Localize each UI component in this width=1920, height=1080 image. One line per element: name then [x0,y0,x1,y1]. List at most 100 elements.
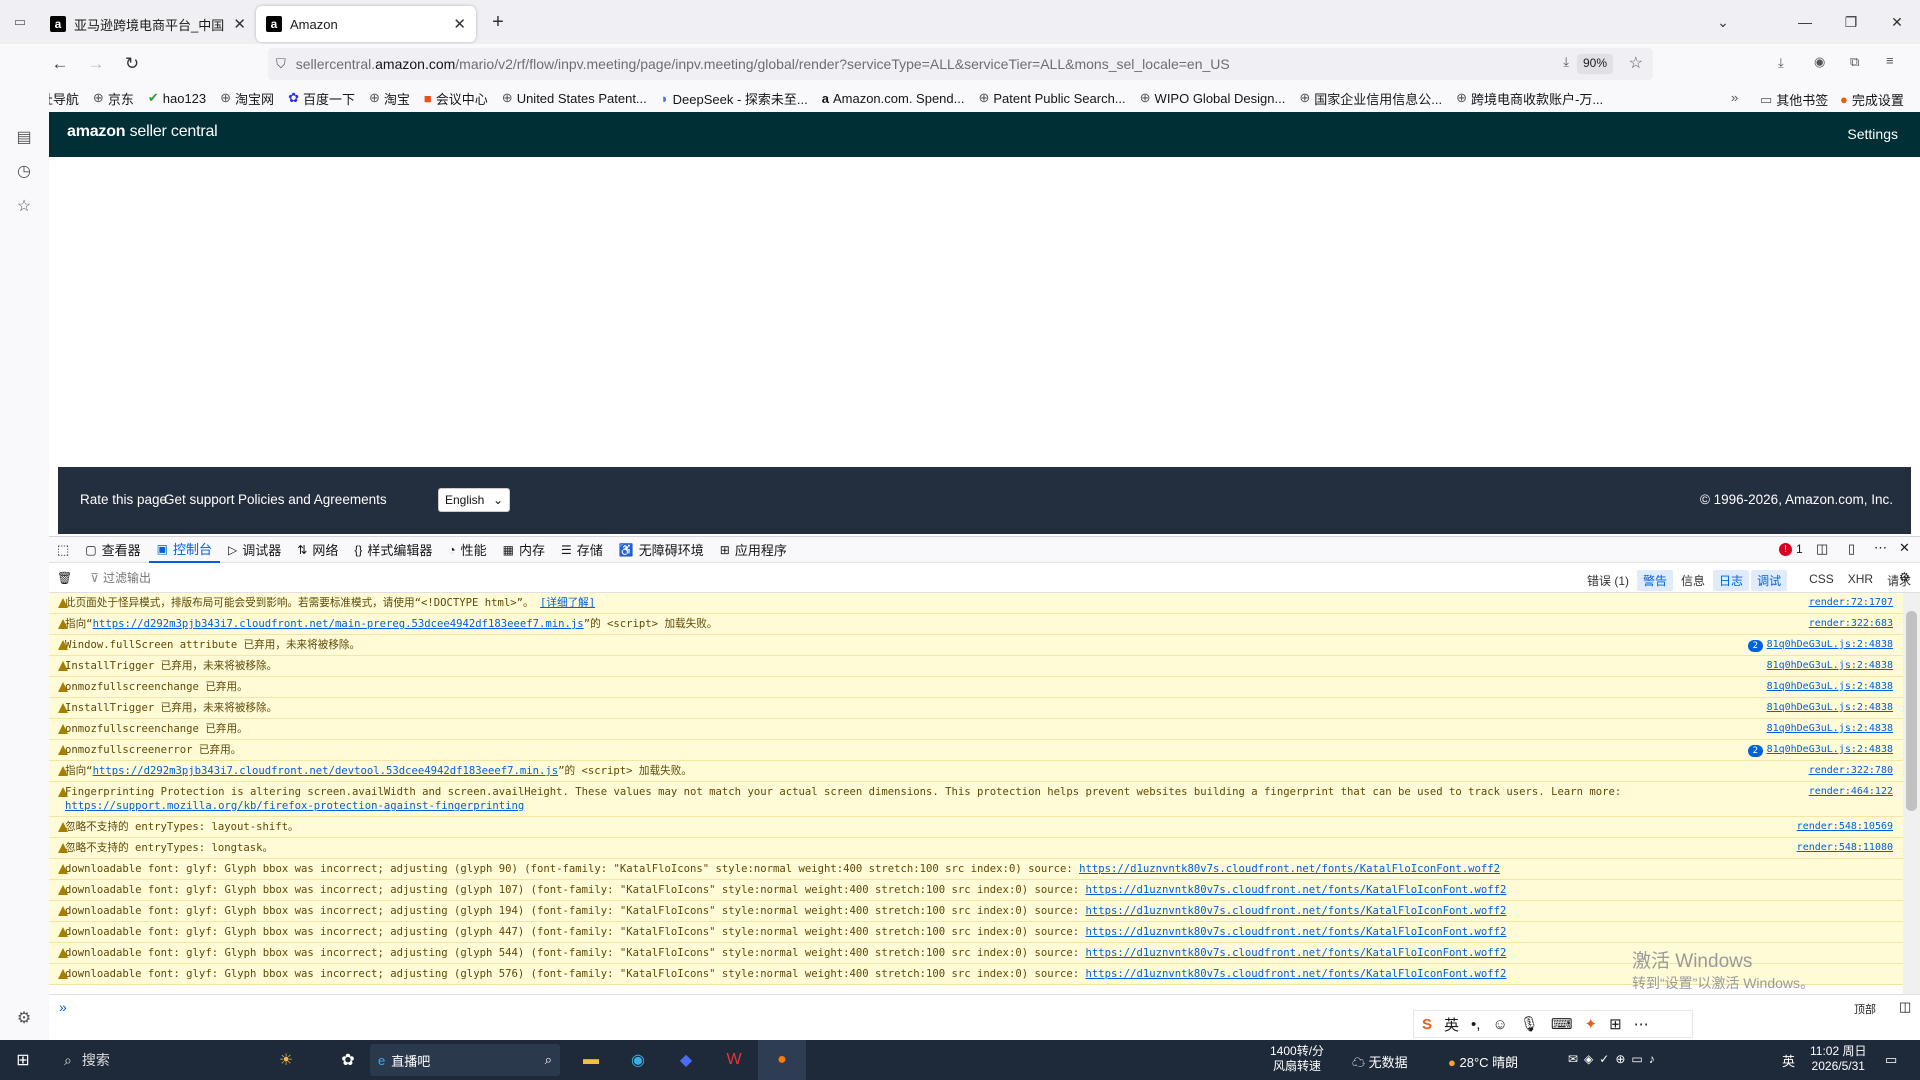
source-location-link[interactable]: render:464:122 [1809,785,1893,799]
bookmark-item[interactable]: ⊕ WIPO Global Design... [1140,90,1286,106]
weather[interactable]: ● 28°C 晴朗 [1448,1052,1518,1071]
message-link[interactable]: https://support.mozilla.org/kb/firefox-p… [65,800,524,812]
taskbar-search[interactable]: ⌕ 搜索 [46,1040,246,1080]
close-tab-icon[interactable]: ✕ [233,15,246,33]
list-all-tabs-icon[interactable]: ▭ [0,0,40,44]
tab-network[interactable]: ⇅ 网络 [289,537,346,563]
wps-icon[interactable]: W [710,1040,758,1080]
filter-css[interactable]: CSS [1803,570,1840,591]
tab-seller-cn[interactable]: a 亚马逊跨境电商平台_中国卖家 ✕ [40,6,256,42]
bookmark-star-icon[interactable]: ☆ [1629,53,1643,73]
more-options-icon[interactable]: ⋯ [1874,540,1887,556]
error-count-badge[interactable]: ! 1 [1779,542,1803,556]
filter-warnings[interactable]: 警告 [1637,570,1674,591]
source-location-link[interactable]: render:548:11080 [1797,841,1893,855]
clock[interactable]: 11:02 周日 2026/5/31 [1810,1044,1866,1074]
tab-performance[interactable]: ◔ 性能 [440,537,494,563]
get-support-link[interactable]: Get support [164,492,235,507]
console-settings-gear-icon[interactable]: ⚙ [1899,570,1910,584]
reload-button[interactable]: ↻ [116,48,148,80]
scrollbar-thumb[interactable] [1906,611,1917,811]
tab-memory[interactable]: ▦ 内存 [495,537,553,563]
search-highlight-image[interactable]: ☀ [246,1040,326,1080]
punctuation-icon[interactable]: •, [1471,1016,1480,1033]
tab-style-editor[interactable]: {} 样式编辑器 [346,537,440,563]
keyboard-icon[interactable]: ⌨ [1551,1015,1573,1033]
message-link[interactable]: https://d292m3pjb343i7.cloudfront.net/ma… [93,618,584,630]
taskbar-app-icon[interactable]: ◆ [662,1040,710,1080]
account-icon[interactable]: ◉ [1814,54,1825,70]
seller-central-logo[interactable]: amazon seller central [67,123,218,141]
source-location-link[interactable]: 81q0hDeG3uL.js:2:4838 [1767,638,1893,652]
filter-xhr[interactable]: XHR [1842,570,1879,591]
evaluation-context[interactable]: 顶部 [1854,1001,1876,1017]
toolbox-grid-icon[interactable]: ⊞ [1609,1015,1622,1033]
notification-icon[interactable]: ▭ [1885,1052,1897,1068]
cloud-status[interactable]: ☁ 无数据 [1352,1052,1408,1071]
source-location-link[interactable]: 81q0hDeG3uL.js:2:4838 [1767,701,1893,715]
skin-icon[interactable]: ✦ [1584,1015,1597,1033]
more-bookmarks-chevron-icon[interactable]: » [1731,90,1738,105]
downloads-icon[interactable]: ⤓ [1778,55,1784,71]
tab-accessibility[interactable]: ♿ 无障碍环境 [611,537,712,563]
save-page-icon[interactable]: ⤓ [1563,54,1569,70]
emoji-icon[interactable]: ☺ [1492,1016,1507,1033]
message-link[interactable]: https://d1uznvntk80v7s.cloudfront.net/fo… [1079,863,1500,875]
close-devtools-icon[interactable]: ✕ [1899,540,1910,556]
edge-icon[interactable]: ◉ [614,1040,662,1080]
source-location-link[interactable]: 81q0hDeG3uL.js:2:4838 [1767,722,1893,736]
restore-button[interactable]: ❐ [1828,0,1874,44]
message-link[interactable]: https://d1uznvntk80v7s.cloudfront.net/fo… [1085,947,1506,959]
filter-info[interactable]: 信息 [1675,570,1711,591]
clear-console-trash-icon[interactable]: 🗑 [57,571,72,585]
source-location-link[interactable]: 81q0hDeG3uL.js:2:4838 [1767,659,1893,673]
language-select[interactable]: English ⌄ [438,488,510,512]
minimize-button[interactable]: — [1782,0,1828,44]
address-bar[interactable]: ⛉ sellercentral.amazon.com/mario/v2/rf/f… [268,48,1653,80]
source-location-link[interactable]: render:322:780 [1809,764,1893,778]
bookmark-item[interactable]: ✿ 百度一下 [288,89,355,108]
tab-inspector[interactable]: ▢ 查看器 [77,537,148,563]
file-explorer-icon[interactable]: ▬ [568,1040,614,1080]
message-link[interactable]: https://d292m3pjb343i7.cloudfront.net/de… [93,765,559,777]
bookmark-item[interactable]: ⊕ 淘宝网 [220,89,274,108]
taskbar-toolbar-input[interactable]: e 直播吧 ⌕ [370,1044,560,1076]
filter-output-input[interactable] [103,570,504,585]
tab-overflow-chevron-icon[interactable]: ⌄ [1700,0,1746,44]
microphone-icon[interactable]: 🎙 [1520,1015,1539,1033]
message-link[interactable]: https://d1uznvntk80v7s.cloudfront.net/fo… [1085,926,1506,938]
bookmark-item[interactable]: ⊕ Patent Public Search... [978,90,1125,106]
editor-mode-icon[interactable]: ◫ [1899,999,1911,1015]
filter-errors[interactable]: 错误 (1) [1581,570,1635,591]
tab-storage[interactable]: ☰ 存储 [553,537,611,563]
filter-logs[interactable]: 日志 [1713,570,1750,591]
tab-amazon[interactable]: a Amazon ✕ [256,6,476,42]
source-location-link[interactable]: 81q0hDeG3uL.js:2:4838 [1767,743,1893,757]
tray-icons[interactable]: ✉◈✓⊕▭♪ [1568,1052,1661,1066]
source-location-link[interactable]: render:322:683 [1809,617,1893,631]
site-info-icon[interactable]: ⛉ [276,56,286,72]
tab-debugger[interactable]: ▷ 调试器 [220,537,289,563]
extensions-icon[interactable]: ⧉ [1850,54,1859,70]
bookmark-item[interactable]: ⊕ 跨境电商收款账户-万... [1456,89,1603,108]
source-location-link[interactable]: 81q0hDeG3uL.js:2:4838 [1767,680,1893,694]
filter-debug[interactable]: 调试 [1751,570,1788,591]
firefox-icon[interactable]: ● [758,1040,806,1080]
customize-sidebar-gear-icon[interactable]: ⚙ [13,1007,35,1029]
tab-application[interactable]: ⊞ 应用程序 [712,537,795,563]
bookmark-item[interactable]: ⊕ 淘宝 [369,89,410,108]
forward-button[interactable]: → [80,48,112,80]
sogou-icon[interactable]: S [1422,1016,1432,1033]
element-picker-icon[interactable]: ⬚ [49,537,77,563]
new-tab-button[interactable]: + [482,6,514,38]
policies-link[interactable]: Policies and Agreements [238,492,387,507]
bookmark-item[interactable]: ✔ hao123 [148,90,206,106]
close-window-button[interactable]: ✕ [1874,0,1920,44]
more-tools-icon[interactable]: ⋯ [1634,1015,1649,1033]
other-bookmarks[interactable]: ▭ 其他书签 [1760,90,1828,109]
bookmark-item[interactable]: ⊕ 国家企业信用信息公... [1299,89,1442,108]
finish-setup[interactable]: ● 完成设置 [1840,90,1904,109]
bookmark-item[interactable]: ⊕ United States Patent... [502,90,647,106]
message-link[interactable]: https://d1uznvntk80v7s.cloudfront.net/fo… [1085,905,1506,917]
source-location-link[interactable]: render:72:1707 [1809,596,1893,610]
